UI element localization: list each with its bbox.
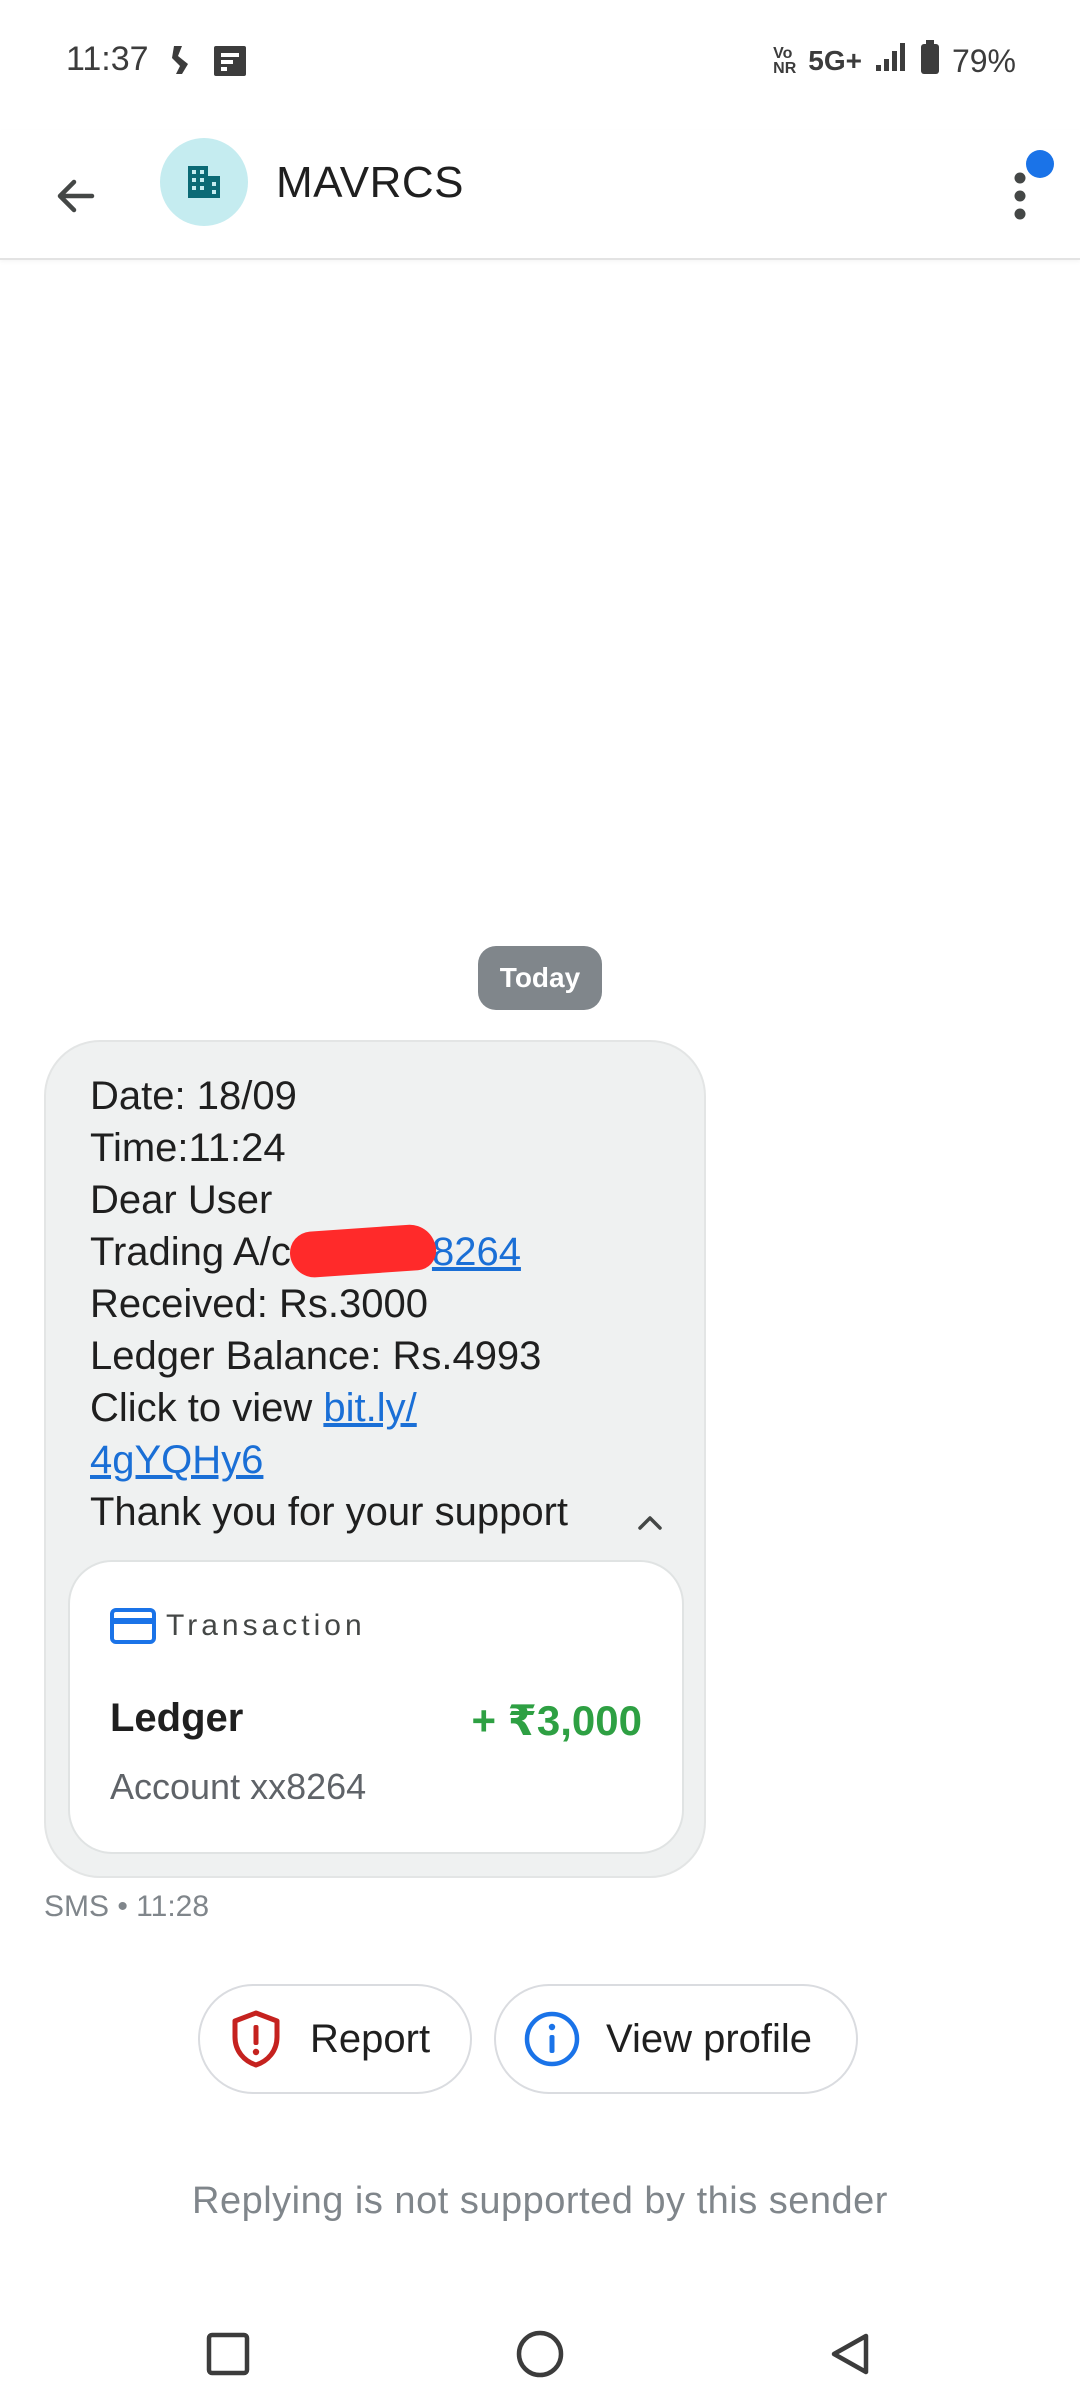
date-chip: Today <box>478 946 602 1010</box>
arrow-left-icon <box>57 179 95 213</box>
message-time-line: Time:11:24 <box>90 1126 286 1170</box>
message-view-line: Click to view bit.ly/ <box>90 1386 417 1430</box>
message-account-line: Trading A/c: 8264 <box>90 1222 670 1280</box>
avatar[interactable] <box>160 138 248 226</box>
message-bubble[interactable]: Date: 18/09 Time:11:24 Dear User Trading… <box>44 1040 706 1878</box>
recents-button[interactable] <box>196 2322 260 2386</box>
transaction-title: Ledger <box>110 1696 244 1740</box>
short-url-link[interactable]: bit.ly/ <box>323 1386 416 1430</box>
transaction-amount: + ₹3,000 <box>471 1697 642 1744</box>
building-icon <box>188 166 220 198</box>
transaction-account: Account xx8264 <box>110 1766 367 1807</box>
triangle-back-icon <box>831 2333 869 2375</box>
back-button[interactable] <box>40 160 112 232</box>
chevron-up-icon <box>638 1516 662 1530</box>
circle-icon <box>516 2330 564 2378</box>
view-profile-button[interactable]: View profile <box>494 1984 858 2094</box>
battery-percent: 79% <box>951 42 1016 79</box>
message-date-line: Date: 18/09 <box>90 1074 297 1118</box>
short-url-link-continued[interactable]: 4gYQHy6 <box>90 1438 263 1482</box>
battery-icon <box>920 40 940 82</box>
back-nav-button[interactable] <box>818 2322 882 2386</box>
sender-name[interactable]: MAVRCS <box>276 158 464 208</box>
message-text: Date: 18/09 Time:11:24 Dear User Trading… <box>90 1070 670 1538</box>
app-bar: MAVRCS <box>0 130 1080 260</box>
collapse-button[interactable] <box>630 1502 670 1542</box>
report-button[interactable]: Report <box>198 1984 472 2094</box>
notification-icon <box>212 44 248 83</box>
square-icon <box>206 2332 250 2376</box>
message-thanks-line: Thank you for your support <box>90 1490 569 1534</box>
credit-card-icon <box>110 1608 156 1644</box>
navigation-bar <box>0 2300 1080 2408</box>
message-received-line: Received: Rs.3000 <box>90 1282 428 1326</box>
home-button[interactable] <box>508 2322 572 2386</box>
message-greeting: Dear User <box>90 1178 273 1222</box>
network-type: 5G+ <box>808 45 862 76</box>
no-reply-notice: Replying is not supported by this sender <box>192 2180 888 2222</box>
message-balance-line: Ledger Balance: Rs.4993 <box>90 1334 542 1378</box>
report-button-label: Report <box>310 2016 431 2061</box>
message-meta: SMS • 11:28 <box>44 1890 210 1923</box>
notification-dot-badge <box>1026 150 1054 178</box>
info-icon <box>522 2009 582 2069</box>
missed-call-icon <box>168 44 194 83</box>
transaction-card[interactable]: Transaction Ledger + ₹3,000 Account xx82… <box>68 1560 684 1854</box>
status-bar: 11:37 Vo NR 5G+ 79% <box>0 0 1080 130</box>
shield-alert-icon <box>226 2009 286 2069</box>
status-time: 11:37 <box>66 40 149 78</box>
view-profile-button-label: View profile <box>606 2016 813 2061</box>
more-options-button[interactable] <box>990 148 1062 238</box>
signal-icon <box>874 41 908 81</box>
transaction-card-header: Transaction <box>166 1609 366 1642</box>
volte-indicator: Vo NR <box>773 45 797 77</box>
